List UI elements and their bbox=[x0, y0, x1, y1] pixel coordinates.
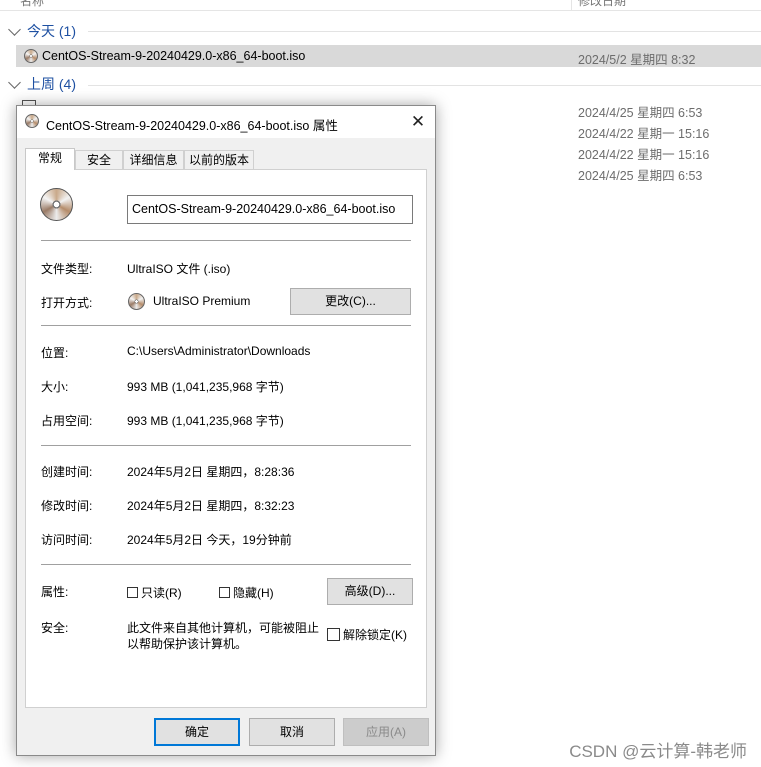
size-on-disk-label: 占用空间: bbox=[41, 414, 93, 428]
modified-label: 修改时间: bbox=[41, 499, 93, 513]
readonly-checkbox-label: 只读(R) bbox=[141, 586, 182, 600]
column-separator[interactable] bbox=[571, 0, 572, 10]
readonly-checkbox[interactable]: 只读(R) bbox=[127, 584, 182, 601]
hidden-checkbox[interactable]: 隐藏(H) bbox=[219, 584, 274, 601]
dialog-titlebar[interactable]: CentOS-Stream-9-20240429.0-x86_64-boot.i… bbox=[17, 106, 435, 138]
iso-file-icon bbox=[24, 49, 38, 63]
attributes-label: 属性: bbox=[41, 585, 69, 599]
size-value: 993 MB (1,041,235,968 字节) bbox=[127, 380, 284, 394]
location-label: 位置: bbox=[41, 346, 69, 360]
ultraiso-icon bbox=[128, 293, 145, 310]
properties-dialog: CentOS-Stream-9-20240429.0-x86_64-boot.i… bbox=[16, 105, 436, 756]
security-text-line1: 此文件来自其他计算机，可能被阻止 bbox=[127, 621, 320, 635]
general-panel: CentOS-Stream-9-20240429.0-x86_64-boot.i… bbox=[25, 169, 427, 708]
location-value: C:\Users\Administrator\Downloads bbox=[127, 344, 311, 358]
file-date: 2024/5/2 星期四 8:32 bbox=[578, 53, 696, 67]
divider bbox=[41, 325, 411, 326]
security-text-line2: 以帮助保护该计算机。 bbox=[127, 637, 248, 651]
tab-general[interactable]: 常规 bbox=[25, 148, 75, 170]
advanced-button[interactable]: 高级(D)... bbox=[327, 578, 413, 605]
column-header-name[interactable]: 名称 bbox=[20, 0, 44, 9]
hidden-checkbox-label: 隐藏(H) bbox=[233, 586, 274, 600]
group-today-label: 今天 (1) bbox=[27, 23, 76, 39]
apply-button[interactable]: 应用(A) bbox=[343, 718, 429, 746]
disc-icon bbox=[40, 188, 73, 221]
column-header-date[interactable]: 修改日期 bbox=[578, 0, 626, 9]
change-button[interactable]: 更改(C)... bbox=[290, 288, 411, 315]
group-last-week-label: 上周 (4) bbox=[27, 76, 76, 92]
file-date: 2024/4/25 星期四 6:53 bbox=[578, 169, 703, 183]
cancel-button[interactable]: 取消 bbox=[249, 718, 335, 746]
file-date: 2024/4/25 星期四 6:53 bbox=[578, 106, 703, 120]
tab-details[interactable]: 详细信息 bbox=[123, 150, 184, 169]
tab-security[interactable]: 安全 bbox=[75, 150, 123, 169]
close-icon[interactable]: ✕ bbox=[409, 113, 427, 131]
tab-previous-versions[interactable]: 以前的版本 bbox=[184, 150, 254, 169]
created-label: 创建时间: bbox=[41, 465, 93, 479]
size-on-disk-value: 993 MB (1,041,235,968 字节) bbox=[127, 414, 284, 428]
unblock-checkbox-label: 解除锁定(K) bbox=[343, 628, 407, 642]
open-with-value: UltraISO Premium bbox=[153, 294, 251, 308]
accessed-value: 2024年5月2日 今天，19分钟前 bbox=[127, 533, 292, 547]
modified-value: 2024年5月2日 星期四，8:32:23 bbox=[127, 499, 295, 513]
open-with-label: 打开方式: bbox=[41, 296, 93, 310]
checkbox-box bbox=[127, 587, 138, 598]
divider bbox=[41, 445, 411, 446]
divider bbox=[41, 564, 411, 565]
ok-button[interactable]: 确定 bbox=[154, 718, 240, 746]
chevron-down-icon bbox=[8, 22, 21, 36]
created-value: 2024年5月2日 星期四，8:28:36 bbox=[127, 465, 295, 479]
divider bbox=[41, 240, 411, 241]
dialog-title: CentOS-Stream-9-20240429.0-x86_64-boot.i… bbox=[46, 119, 338, 133]
file-row-name[interactable]: CentOS-Stream-9-20240429.0-x86_64-boot.i… bbox=[24, 49, 305, 63]
chevron-down-icon bbox=[8, 75, 21, 89]
column-header-bar: 名称 修改日期 bbox=[0, 0, 761, 11]
file-name-field[interactable]: CentOS-Stream-9-20240429.0-x86_64-boot.i… bbox=[127, 195, 413, 224]
unblock-checkbox[interactable]: 解除锁定(K) bbox=[327, 626, 407, 643]
group-today[interactable]: 今天 (1) bbox=[8, 21, 76, 41]
checkbox-box bbox=[219, 587, 230, 598]
watermark: CSDN @云计算-韩老师 bbox=[569, 742, 747, 761]
group-divider bbox=[88, 31, 761, 32]
file-name: CentOS-Stream-9-20240429.0-x86_64-boot.i… bbox=[42, 49, 306, 63]
group-divider bbox=[88, 85, 761, 86]
file-type-value: UltraISO 文件 (.iso) bbox=[127, 262, 231, 276]
iso-file-icon bbox=[25, 114, 39, 128]
security-label: 安全: bbox=[41, 621, 69, 635]
accessed-label: 访问时间: bbox=[41, 533, 93, 547]
size-label: 大小: bbox=[41, 380, 69, 394]
file-date: 2024/4/22 星期一 15:16 bbox=[578, 148, 710, 162]
group-last-week[interactable]: 上周 (4) bbox=[8, 74, 76, 94]
file-type-label: 文件类型: bbox=[41, 262, 93, 276]
file-date: 2024/4/22 星期一 15:16 bbox=[578, 127, 710, 141]
checkbox-box bbox=[327, 628, 340, 641]
